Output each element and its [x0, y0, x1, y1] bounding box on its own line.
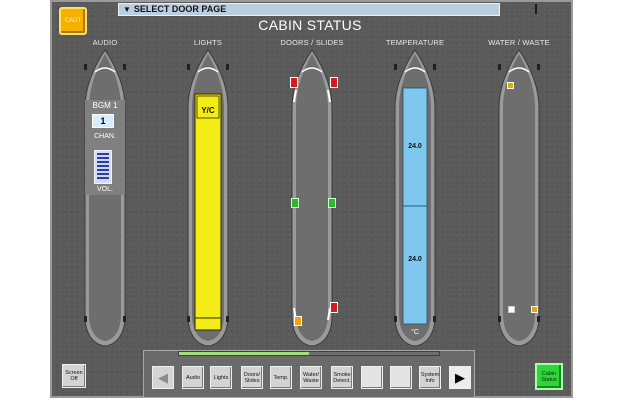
door-3r-indicator[interactable] — [330, 302, 338, 313]
nav-blank-button-1[interactable] — [361, 366, 383, 389]
fuselage-lights — [187, 49, 229, 347]
waste-indicator-aft-right — [531, 306, 538, 313]
page-title: CABIN STATUS — [258, 17, 362, 33]
door-1l-indicator[interactable] — [290, 77, 298, 88]
waste-indicator-aft-left — [508, 306, 515, 313]
screen-off-button[interactable]: Screen Off — [62, 364, 86, 388]
lights-zone-label: Y/C — [201, 106, 215, 115]
cabin-status-button[interactable]: Cabin Status — [535, 363, 563, 390]
page-progress-bar — [178, 351, 440, 356]
select-page-label: SELECT DOOR PAGE — [133, 4, 227, 14]
column-header-audio: AUDIO — [92, 38, 118, 47]
door-2l-indicator[interactable] — [291, 198, 299, 208]
dropdown-triangle-icon: ▼ — [123, 5, 131, 14]
audio-chan-label: CHAN. — [94, 133, 116, 140]
temp-unit: °C — [411, 329, 419, 336]
column-header-lights: LIGHTS — [193, 38, 223, 47]
page-progress-fill — [179, 352, 309, 355]
next-page-button[interactable]: ▶ — [449, 366, 471, 389]
fuselage-water — [498, 49, 540, 347]
fuselage-temperature — [394, 49, 436, 347]
audio-channel-field[interactable]: 1 — [92, 114, 114, 128]
nav-audio-button[interactable]: Audio — [182, 366, 204, 389]
column-header-water: WATER / WASTE — [488, 38, 550, 47]
caution-button[interactable]: CAUT — [59, 7, 87, 35]
nav-doors-button[interactable]: Doors/ Slides — [241, 366, 263, 389]
prev-page-button[interactable]: ◀ — [152, 366, 174, 389]
nav-blank-button-2[interactable] — [390, 366, 412, 389]
volume-slider[interactable] — [94, 150, 112, 184]
nav-smoke-button[interactable]: Smoke Detect. — [331, 366, 353, 389]
column-header-doors: DOORS / SLIDES — [280, 38, 344, 47]
left-arrow-icon: ◀ — [158, 369, 168, 385]
temp-fwd-value: 24.0 — [408, 143, 422, 150]
nav-system-info-button[interactable]: System Info — [419, 366, 441, 389]
door-1r-indicator[interactable] — [330, 77, 338, 88]
select-door-page-bar[interactable]: ▼ SELECT DOOR PAGE — [118, 3, 500, 16]
right-arrow-icon: ▶ — [455, 369, 465, 385]
fuselage-audio — [84, 49, 126, 347]
door-2r-indicator[interactable] — [328, 198, 336, 208]
divider — [535, 4, 537, 14]
nav-temp-button[interactable]: Temp. — [270, 366, 292, 389]
nav-water-button[interactable]: Water/ Waste — [300, 366, 322, 389]
water-indicator-fwd — [507, 82, 514, 89]
door-3l-indicator[interactable] — [294, 316, 302, 326]
audio-bgm-label: BGM 1 — [92, 101, 118, 110]
volume-level-bar — [97, 153, 109, 181]
column-header-temperature: TEMPERATURE — [385, 38, 445, 47]
audio-vol-label: VOL. — [97, 186, 113, 193]
temp-aft-value: 24.0 — [408, 256, 422, 263]
nav-lights-button[interactable]: Lights — [210, 366, 232, 389]
